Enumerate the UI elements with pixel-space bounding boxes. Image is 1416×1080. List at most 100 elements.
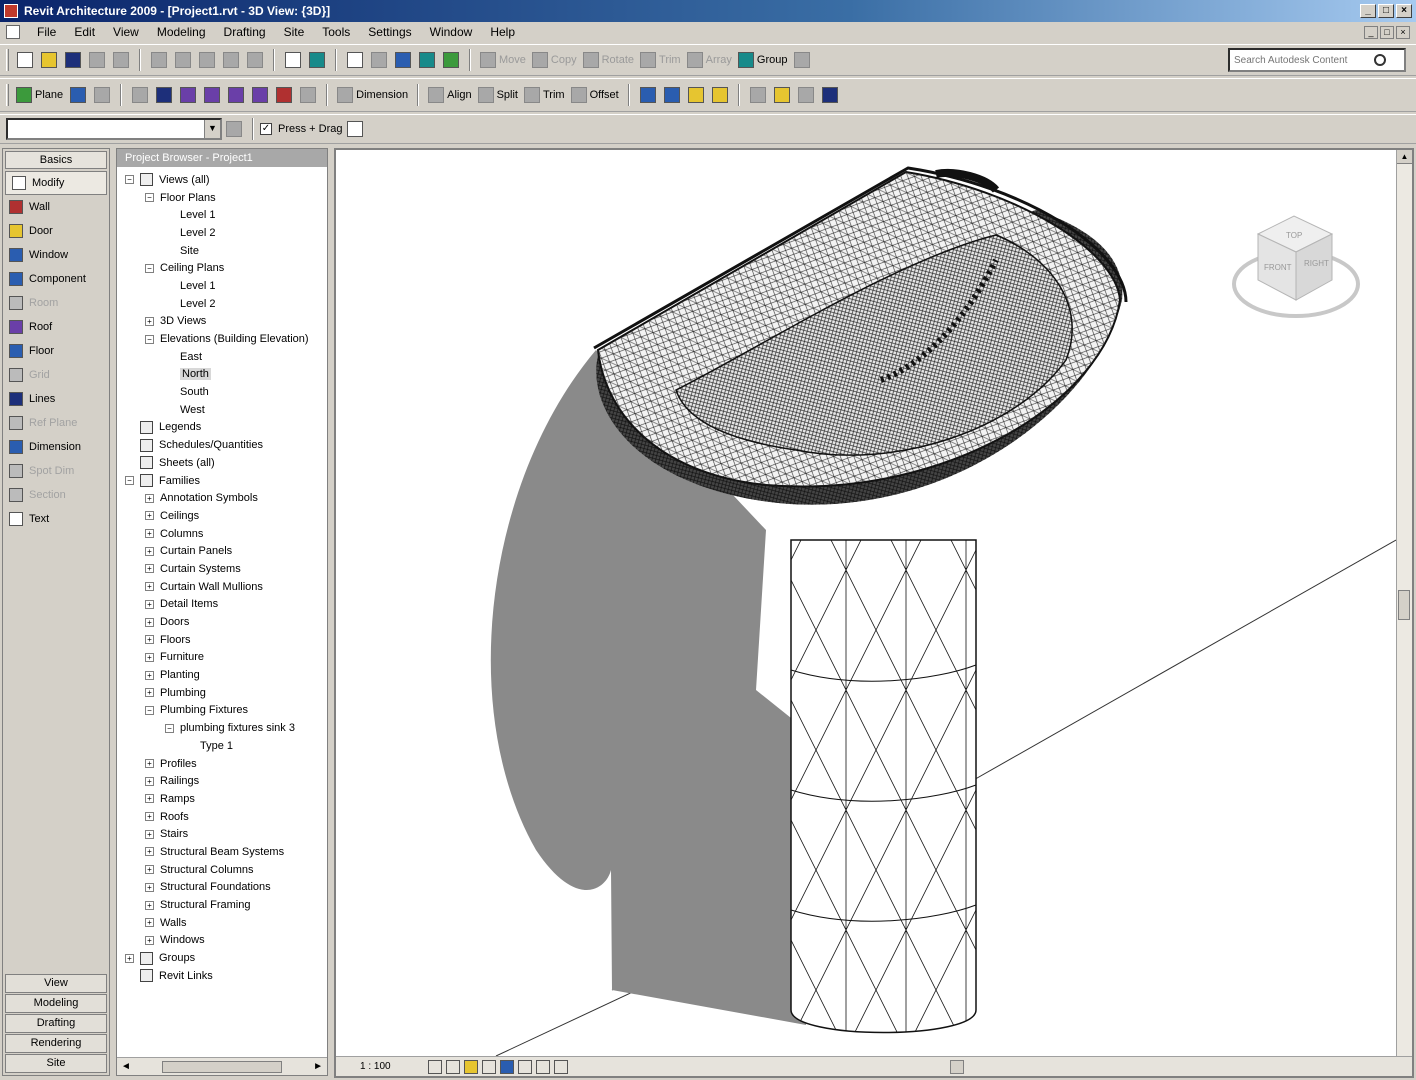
tree-item[interactable]: Level 1: [117, 277, 327, 295]
scroll-thumb[interactable]: [162, 1060, 282, 1073]
tree-item[interactable]: + Annotation Symbols: [117, 489, 327, 507]
toolbar-grip[interactable]: [6, 49, 9, 71]
element-properties-button[interactable]: [223, 117, 245, 141]
show-plane-button[interactable]: [67, 83, 89, 107]
design-bar-item-window[interactable]: Window: [3, 243, 109, 267]
cut-geometry-button[interactable]: [201, 83, 223, 107]
tree-item[interactable]: + Plumbing: [117, 684, 327, 702]
design-bar-item-grid[interactable]: Grid: [3, 363, 109, 387]
expand-icon[interactable]: +: [145, 493, 154, 503]
tree-item[interactable]: Level 2: [117, 295, 327, 313]
move-button[interactable]: Move: [478, 48, 528, 72]
viewport-horizontal-scroll-thumb[interactable]: [950, 1059, 964, 1074]
tree-item[interactable]: + Structural Framing: [117, 896, 327, 914]
expand-icon[interactable]: +: [145, 652, 154, 662]
unpin-button[interactable]: [747, 83, 769, 107]
menu-edit[interactable]: Edit: [65, 25, 104, 39]
expand-icon[interactable]: +: [145, 670, 154, 680]
export-button[interactable]: [86, 48, 108, 72]
type-selector[interactable]: ▼: [6, 118, 222, 140]
revit-app-icon[interactable]: [4, 4, 18, 18]
expand-icon[interactable]: +: [145, 316, 154, 326]
group-button[interactable]: Group: [736, 48, 790, 72]
expand-icon[interactable]: +: [145, 812, 154, 822]
tree-item[interactable]: + Walls: [117, 914, 327, 932]
design-bar-header[interactable]: Basics: [5, 151, 107, 169]
tree-item[interactable]: + Floors: [117, 631, 327, 649]
doc-restore-button[interactable]: □: [1380, 25, 1394, 39]
paste-button[interactable]: [196, 48, 218, 72]
trim-tool-button[interactable]: Trim: [638, 48, 683, 72]
walkthrough-button[interactable]: [440, 48, 462, 72]
filter-selection-button[interactable]: [344, 117, 366, 141]
resize-button[interactable]: [685, 83, 707, 107]
tab-site[interactable]: Site: [5, 1054, 107, 1073]
collapse-icon[interactable]: −: [145, 263, 154, 273]
collapse-icon[interactable]: −: [145, 193, 154, 203]
3d-view-button[interactable]: [392, 48, 414, 72]
tree-item[interactable]: + Railings: [117, 772, 327, 790]
tree-item[interactable]: − Families: [117, 472, 327, 490]
tree-item[interactable]: East: [117, 348, 327, 366]
material-button[interactable]: [273, 83, 295, 107]
menu-window[interactable]: Window: [421, 25, 482, 39]
expand-icon[interactable]: +: [145, 564, 154, 574]
tree-item[interactable]: − Elevations (Building Elevation): [117, 330, 327, 348]
show-crop-icon[interactable]: [518, 1059, 532, 1074]
tab-rendering[interactable]: Rendering: [5, 1034, 107, 1053]
collapse-icon[interactable]: −: [125, 476, 134, 486]
expand-icon[interactable]: +: [145, 847, 154, 857]
3d-viewport[interactable]: TOP FRONT RIGHT ▲ 1 : 100: [334, 148, 1414, 1078]
linework-button[interactable]: [297, 83, 319, 107]
browser-scrollbar[interactable]: ◄ ►: [117, 1057, 327, 1075]
design-bar-item-room[interactable]: Room: [3, 291, 109, 315]
design-bar-item-ref-plane[interactable]: Ref Plane: [3, 411, 109, 435]
design-bar-item-dimension[interactable]: Dimension: [3, 435, 109, 459]
tree-item[interactable]: + Windows: [117, 932, 327, 950]
design-bar-item-section[interactable]: Section: [3, 483, 109, 507]
3d-model-canvas[interactable]: TOP FRONT RIGHT: [336, 150, 1396, 1056]
expand-icon[interactable]: +: [145, 688, 154, 698]
pin-button[interactable]: [709, 83, 731, 107]
viewport-scroll-thumb[interactable]: [1398, 590, 1410, 620]
trim-button[interactable]: Trim: [522, 83, 567, 107]
menu-modeling[interactable]: Modeling: [148, 25, 215, 39]
tree-item[interactable]: +3D Views: [117, 313, 327, 331]
menu-drafting[interactable]: Drafting: [215, 25, 275, 39]
undo-button[interactable]: [220, 48, 242, 72]
design-bar-item-wall[interactable]: Wall: [3, 195, 109, 219]
search-icon[interactable]: [1374, 54, 1386, 66]
tree-item[interactable]: Level 1: [117, 206, 327, 224]
mirror-button[interactable]: [637, 83, 659, 107]
array-button[interactable]: Array: [685, 48, 734, 72]
dynamic-view-button[interactable]: [368, 48, 390, 72]
modify-tool-button[interactable]: [282, 48, 304, 72]
expand-icon[interactable]: +: [145, 759, 154, 769]
expand-icon[interactable]: +: [125, 953, 134, 963]
menu-view[interactable]: View: [104, 25, 148, 39]
expand-icon[interactable]: +: [145, 794, 154, 804]
expand-icon[interactable]: +: [145, 776, 154, 786]
paint-button[interactable]: [153, 83, 175, 107]
copy-button[interactable]: [172, 48, 194, 72]
edit-group-button[interactable]: [791, 48, 813, 72]
menu-tools[interactable]: Tools: [313, 25, 359, 39]
align-button[interactable]: Align: [426, 83, 473, 107]
open-button[interactable]: [38, 48, 60, 72]
redo-button[interactable]: [244, 48, 266, 72]
menu-help[interactable]: Help: [481, 25, 524, 39]
split-button[interactable]: Split: [476, 83, 520, 107]
tree-item[interactable]: + Columns: [117, 525, 327, 543]
menu-site[interactable]: Site: [275, 25, 314, 39]
expand-icon[interactable]: +: [145, 511, 154, 521]
chevron-down-icon[interactable]: ▼: [204, 120, 220, 138]
tree-item[interactable]: Level 2: [117, 224, 327, 242]
mirror-draw-button[interactable]: [661, 83, 683, 107]
tree-item[interactable]: − Floor Plans: [117, 189, 327, 207]
design-bar-item-roof[interactable]: Roof: [3, 315, 109, 339]
rotate-button[interactable]: Rotate: [581, 48, 636, 72]
content-search-input[interactable]: [1234, 54, 1374, 66]
tree-item[interactable]: + Furniture: [117, 649, 327, 667]
toolbar-grip[interactable]: [6, 84, 9, 106]
tab-modeling[interactable]: Modeling: [5, 994, 107, 1013]
